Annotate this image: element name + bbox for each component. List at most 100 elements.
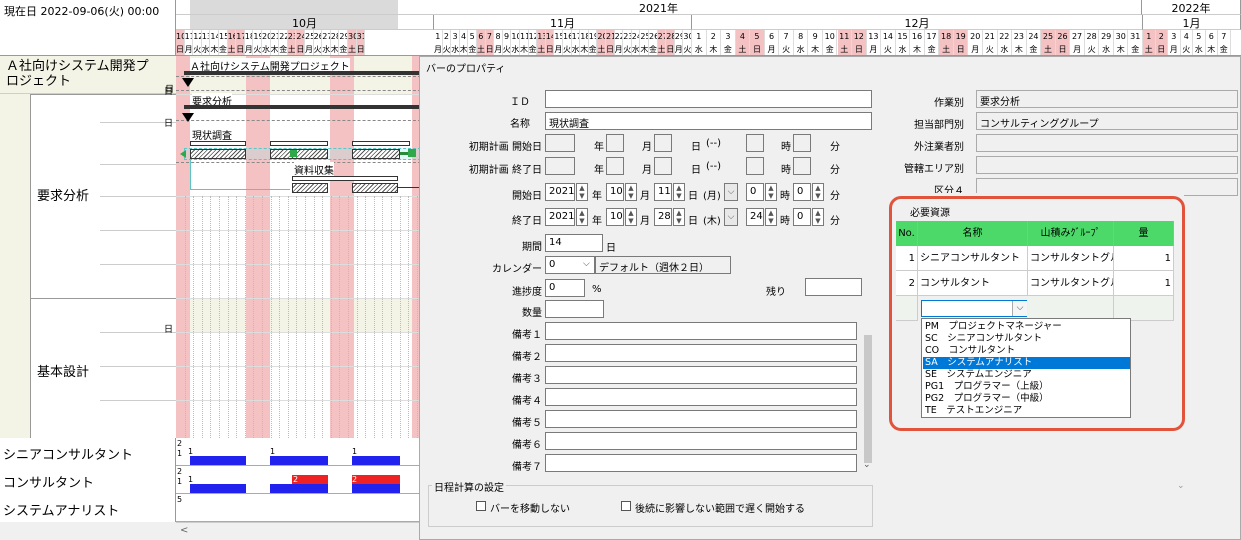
category-field-1[interactable]: 要求分析 [976, 90, 1238, 108]
phase2-name: 基本設計 [37, 365, 90, 380]
project-start-marker [182, 78, 194, 87]
tree-phase2-box[interactable]: 基本設計 [30, 298, 176, 438]
plan-end-hour[interactable] [746, 157, 764, 175]
end-day-spinner[interactable]: ▲ ▼ [673, 208, 685, 226]
project-summary-bar[interactable] [184, 71, 421, 75]
weekday: 木 [270, 43, 280, 55]
gantt-chart[interactable]: Ａ社向けシステム開発プロジェクト 要求分析 現状調査 資料収集 [176, 56, 421, 438]
task3-bar-seg2[interactable] [352, 183, 398, 193]
end-month-spinner[interactable]: ▲ ▼ [625, 208, 637, 226]
category-label-4: 管轄エリア別 [904, 164, 964, 175]
remaining-field[interactable] [805, 278, 862, 296]
month-jan: 1月 [1143, 15, 1241, 30]
day-number: 28 [1085, 30, 1100, 43]
no-move-checkbox[interactable] [476, 501, 486, 511]
resource-row[interactable]: シニアコンサルタント 2 1 1 1 1 [0, 438, 421, 466]
task2-bar-seg3[interactable] [352, 149, 400, 159]
category-field-4[interactable] [976, 156, 1238, 174]
note-field-5[interactable] [545, 410, 857, 428]
plan-end-day[interactable] [654, 157, 672, 175]
start-month[interactable]: 10 [606, 183, 624, 201]
weekday: 木 [808, 43, 823, 55]
weekday: 日 [236, 43, 245, 55]
resource-row[interactable]: システムアナリスト 5 [0, 494, 421, 522]
day-number: 30 [683, 30, 692, 43]
plan-start-month[interactable] [606, 134, 624, 152]
plan-end-month[interactable] [606, 157, 624, 175]
end-hour[interactable]: 24 [746, 208, 764, 226]
note-field-7[interactable] [545, 454, 857, 472]
day-number: 15 [896, 30, 911, 43]
tree-row-project[interactable]: Ａ社向けシステム開発プロジェクト 日 [0, 56, 176, 95]
name-label: 名称 [510, 119, 530, 130]
start-year-spinner[interactable]: ▲ ▼ [576, 183, 588, 201]
plan-end-year[interactable] [545, 157, 575, 175]
resize-handle-right[interactable] [408, 149, 416, 157]
start-minute-spinner[interactable]: ▲ ▼ [812, 183, 824, 201]
table-scroll-down-icon[interactable]: ⌄ [1177, 481, 1185, 491]
end-day[interactable]: 28 [654, 208, 672, 226]
category-field-2[interactable]: コンサルティンググループ [976, 112, 1238, 130]
project-name: Ａ社向けシステム開発プロジェクト [6, 59, 149, 89]
category-field-3[interactable] [976, 134, 1238, 152]
name-field[interactable]: 現状調査 [545, 112, 872, 130]
year-2022: 2022年 [1142, 0, 1241, 15]
plan-start-day[interactable] [654, 134, 672, 152]
end-minute-spinner[interactable]: ▲ ▼ [812, 208, 824, 226]
plan-start-year[interactable] [545, 134, 575, 152]
end-year-spinner[interactable]: ▲ ▼ [576, 208, 588, 226]
weekday: 土 [1143, 43, 1156, 55]
day-number: 1 [434, 30, 443, 43]
progress-field[interactable]: 0 [545, 279, 585, 297]
start-dow-dropdown[interactable]: ⌵ [724, 183, 738, 201]
note-field-2[interactable] [545, 344, 857, 362]
tree-scrollbar[interactable] [0, 522, 176, 540]
plan-end-minute[interactable] [793, 157, 811, 175]
late-start-checkbox[interactable] [621, 501, 631, 511]
quantity-field[interactable] [545, 300, 604, 318]
weekday: 日 [485, 43, 495, 55]
start-day-spinner[interactable]: ▲ ▼ [673, 183, 685, 201]
day-gridline [193, 196, 195, 438]
end-dow-dropdown[interactable]: ⌵ [724, 208, 738, 226]
phase1-start-marker [182, 113, 194, 122]
end-hour-spinner[interactable]: ▲ ▼ [765, 208, 777, 226]
note-field-1[interactable] [545, 322, 857, 340]
weekday: 土 [477, 43, 486, 55]
task2-bar-seg2[interactable] [270, 149, 328, 159]
phase1-summary-bar[interactable] [184, 105, 421, 109]
move-handle[interactable] [290, 150, 297, 157]
start-minute[interactable]: 0 [793, 183, 811, 201]
note-field-3[interactable] [545, 366, 857, 384]
task3-bar-seg1[interactable] [292, 183, 328, 193]
task2-bar-seg1[interactable] [190, 149, 246, 159]
day-number: 22 [998, 30, 1013, 43]
scroll-down-icon[interactable]: ⌄ [863, 460, 871, 470]
weekday: 火 [1085, 43, 1100, 55]
start-month-spinner[interactable]: ▲ ▼ [625, 183, 637, 201]
weekday: 火 [563, 43, 572, 55]
plan-start-hour[interactable] [746, 134, 764, 152]
day-number: 12 [193, 30, 202, 43]
duration-field[interactable]: 14 [545, 234, 603, 252]
end-month[interactable]: 10 [606, 208, 624, 226]
note-field-4[interactable] [545, 388, 857, 406]
id-field[interactable] [545, 90, 872, 108]
start-hour-spinner[interactable]: ▲ ▼ [765, 183, 777, 201]
start-year[interactable]: 2021 [545, 183, 575, 201]
start-day[interactable]: 11 [654, 183, 672, 201]
day-number: 5 [750, 30, 765, 43]
weekday: 火 [253, 43, 262, 55]
day-number: 19 [953, 30, 969, 43]
note-field-6[interactable] [545, 432, 857, 450]
notes-scroll-thumb[interactable] [864, 335, 872, 463]
resize-handle-left[interactable] [180, 150, 186, 158]
day-number: 24 [296, 30, 305, 43]
start-hour[interactable]: 0 [746, 183, 764, 201]
end-year[interactable]: 2021 [545, 208, 575, 226]
gantt-horizontal-scrollbar[interactable]: < [176, 522, 421, 540]
plan-start-minute[interactable] [793, 134, 811, 152]
day-number: 18 [245, 30, 254, 43]
end-minute[interactable]: 0 [793, 208, 811, 226]
resource-row[interactable]: コンサルタント 2 1 1 2 2 [0, 466, 421, 494]
